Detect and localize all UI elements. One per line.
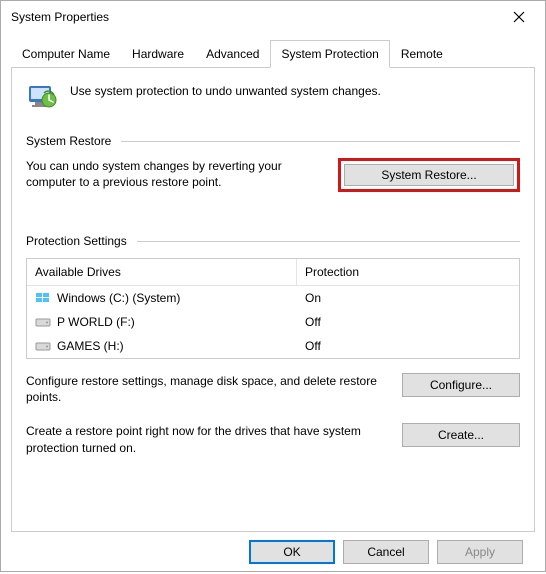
hdd-icon xyxy=(35,340,51,352)
titlebar: System Properties xyxy=(1,1,545,33)
drive-name: GAMES (H:) xyxy=(57,339,124,353)
table-row[interactable]: Windows (C:) (System) On xyxy=(27,286,519,310)
restore-button-highlight: System Restore... xyxy=(338,158,520,192)
table-header: Available Drives Protection xyxy=(27,259,519,286)
drive-name: P WORLD (F:) xyxy=(57,315,135,329)
create-desc: Create a restore point right now for the… xyxy=(26,423,388,455)
system-protection-icon xyxy=(26,80,58,112)
section-heading: Protection Settings xyxy=(26,234,127,248)
drive-status: Off xyxy=(297,313,519,331)
table-row[interactable]: P WORLD (F:) Off xyxy=(27,310,519,334)
tab-panel: Use system protection to undo unwanted s… xyxy=(11,68,535,532)
ok-button[interactable]: OK xyxy=(249,540,335,564)
divider xyxy=(121,141,520,142)
tab-remote[interactable]: Remote xyxy=(390,40,454,68)
system-properties-window: System Properties Computer Name Hardware… xyxy=(0,0,546,572)
cancel-button[interactable]: Cancel xyxy=(343,540,429,564)
apply-button[interactable]: Apply xyxy=(437,540,523,564)
restore-row: You can undo system changes by reverting… xyxy=(26,158,520,192)
col-available-drives[interactable]: Available Drives xyxy=(27,259,297,285)
dialog-footer: OK Cancel Apply xyxy=(11,532,535,564)
create-row: Create a restore point right now for the… xyxy=(26,423,520,455)
table-row[interactable]: GAMES (H:) Off xyxy=(27,334,519,358)
section-system-restore: System Restore xyxy=(26,134,520,148)
tab-strip: Computer Name Hardware Advanced System P… xyxy=(11,39,535,68)
drive-status: On xyxy=(297,289,519,307)
tab-computer-name[interactable]: Computer Name xyxy=(11,40,121,68)
tab-system-protection[interactable]: System Protection xyxy=(270,40,389,68)
create-button[interactable]: Create... xyxy=(402,423,520,447)
restore-desc: You can undo system changes by reverting… xyxy=(26,158,324,190)
windows-drive-icon xyxy=(35,292,51,304)
drive-name: Windows (C:) (System) xyxy=(57,291,180,305)
col-protection[interactable]: Protection xyxy=(297,259,519,285)
divider xyxy=(137,241,520,242)
drive-status: Off xyxy=(297,337,519,355)
drives-table: Available Drives Protection Windows (C:)… xyxy=(26,258,520,359)
hdd-icon xyxy=(35,316,51,328)
close-button[interactable] xyxy=(499,3,539,31)
section-protection-settings: Protection Settings xyxy=(26,234,520,248)
window-title: System Properties xyxy=(11,10,109,24)
intro-text: Use system protection to undo unwanted s… xyxy=(70,80,381,98)
configure-desc: Configure restore settings, manage disk … xyxy=(26,373,388,405)
close-icon xyxy=(513,11,525,23)
intro-row: Use system protection to undo unwanted s… xyxy=(26,80,520,112)
tab-advanced[interactable]: Advanced xyxy=(195,40,270,68)
configure-button[interactable]: Configure... xyxy=(402,373,520,397)
tab-hardware[interactable]: Hardware xyxy=(121,40,195,68)
section-heading: System Restore xyxy=(26,134,111,148)
configure-row: Configure restore settings, manage disk … xyxy=(26,373,520,405)
content-area: Computer Name Hardware Advanced System P… xyxy=(1,33,545,574)
system-restore-button[interactable]: System Restore... xyxy=(344,164,514,186)
